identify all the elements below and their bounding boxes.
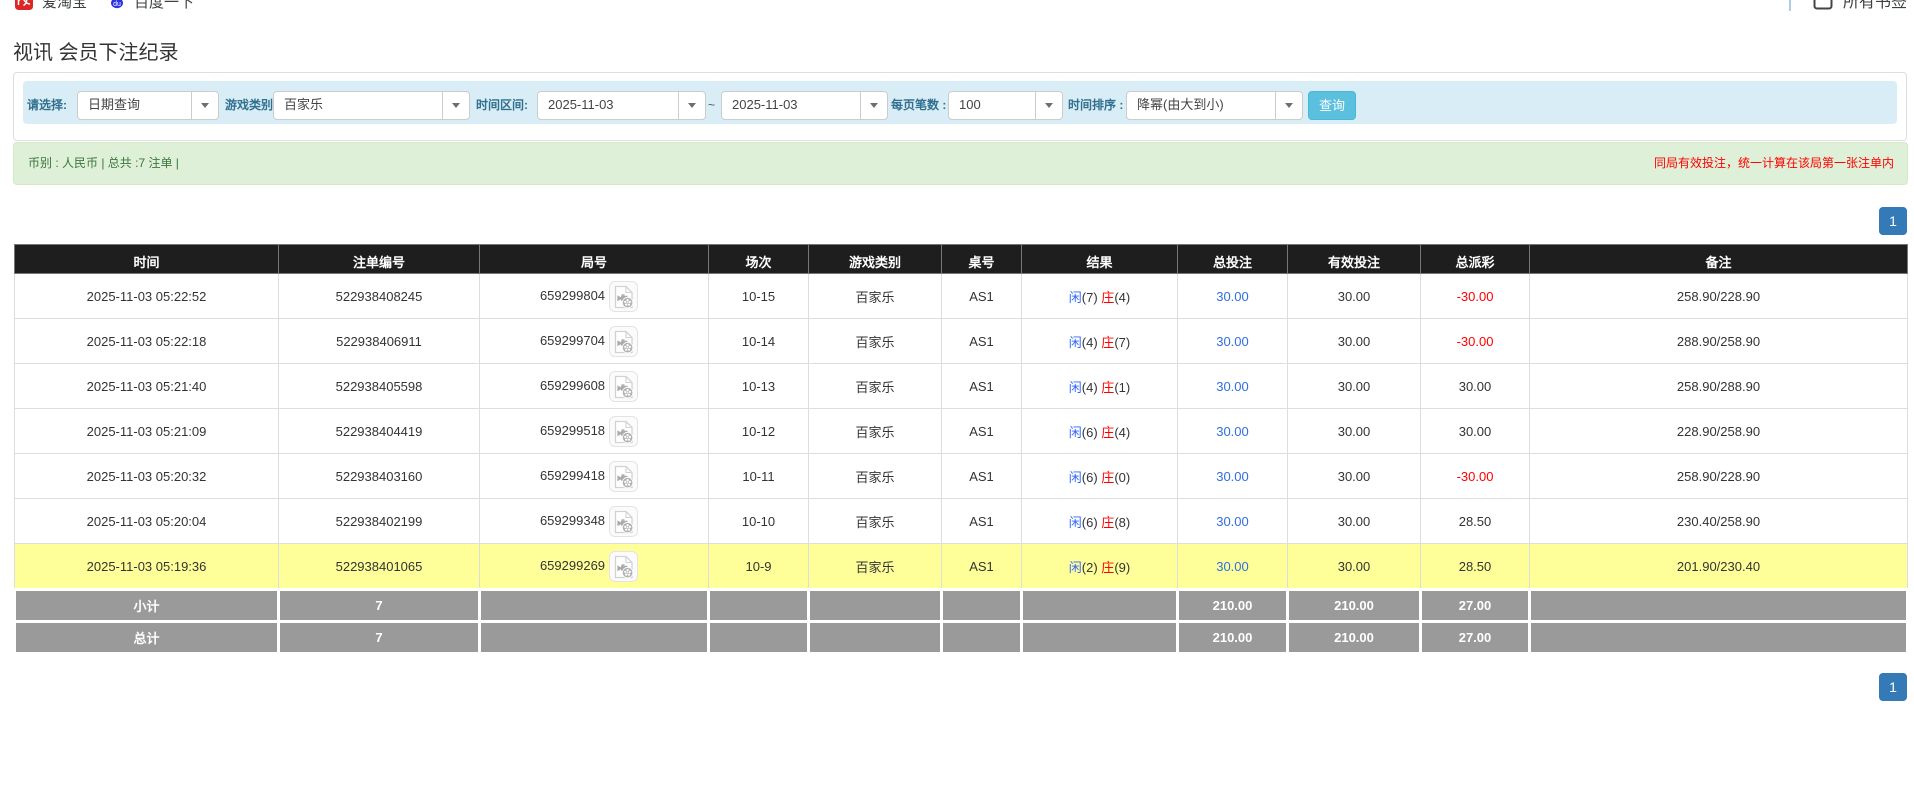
svg-text:du: du <box>113 1 121 8</box>
